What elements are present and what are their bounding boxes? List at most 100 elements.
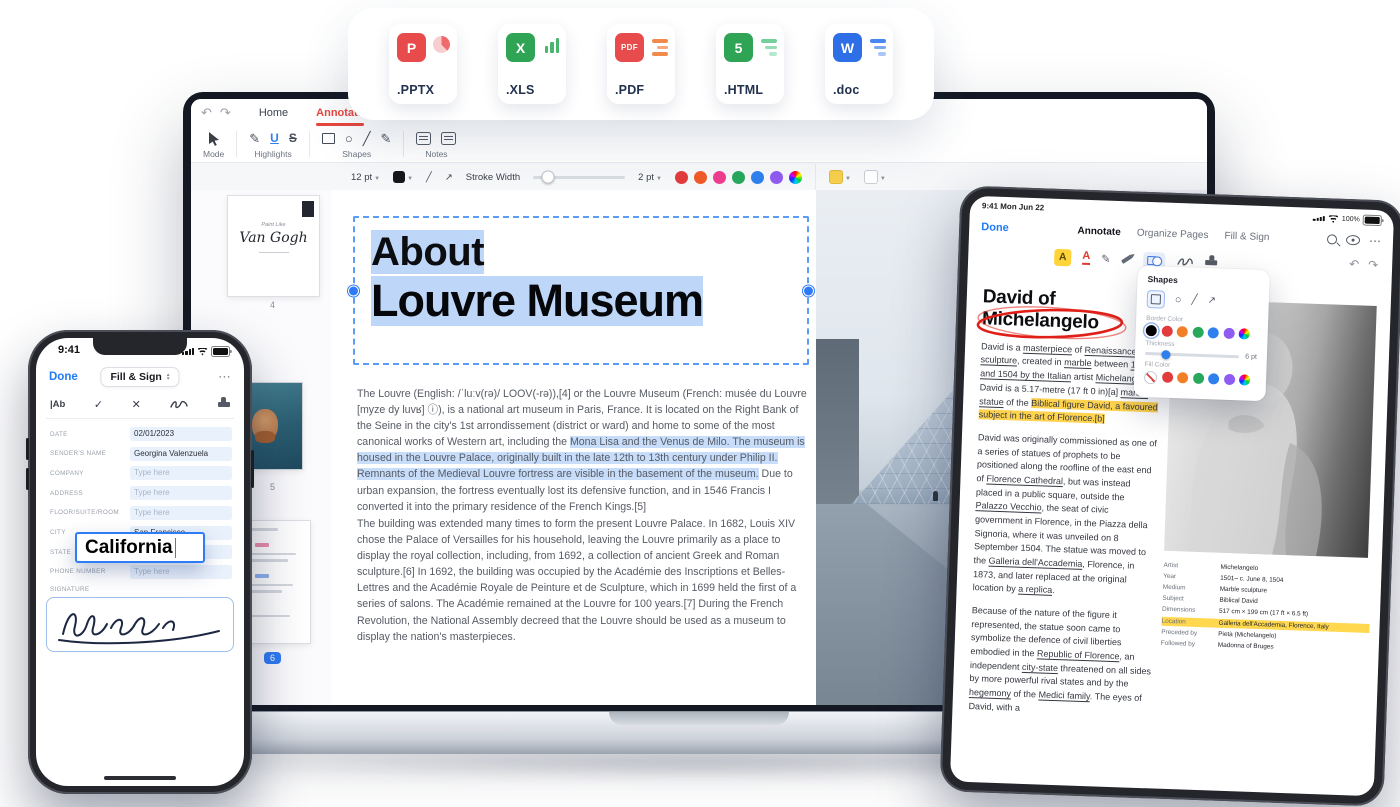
color-swatch[interactable] [694,171,707,184]
line-tool-icon[interactable]: ╱ [426,172,432,183]
format-item-xls[interactable]: X .XLS [498,24,566,104]
ribbon-group-notes: Notes [404,130,468,159]
html-icon: 5 [724,33,753,62]
thickness-slider[interactable] [1145,352,1239,358]
text-color-tool-icon[interactable]: A [1082,251,1090,265]
freehand-pen-icon[interactable]: ✎ [381,132,392,145]
title-selection-box[interactable]: About Louvre Museum [353,216,809,365]
date-field[interactable]: 02/01/2023 [130,427,232,441]
color-swatch[interactable] [1177,372,1188,383]
rectangle-shape-option[interactable] [1147,290,1166,309]
color-swatch[interactable] [789,171,802,184]
notes-group-label: Notes [425,149,447,159]
view-icon[interactable] [1346,235,1360,245]
cross-icon[interactable]: ✕ [132,398,141,411]
format-item-doc[interactable]: W .doc [825,24,893,104]
arrow-shape-option[interactable]: ↗ [1207,296,1216,306]
power-button [251,450,254,488]
color-swatch[interactable] [1161,326,1172,337]
format-label: .XLS [506,83,535,97]
volume-button [26,438,29,460]
text-color-dropdown[interactable]: ▼ [393,171,413,183]
comment-icon[interactable] [441,132,456,145]
tablet-paragraph-3: Because of the nature of the figure it r… [968,604,1154,720]
color-swatch[interactable] [1223,328,1234,339]
ellipse-shape-icon[interactable]: ○ [345,132,353,145]
fill-color-dropdown[interactable]: ▼ [864,170,886,184]
color-swatch[interactable] [1177,326,1188,337]
format-label: .PDF [615,83,644,97]
selection-handle-left[interactable] [348,285,359,296]
color-swatch[interactable] [751,171,764,184]
color-swatch[interactable] [1239,328,1250,339]
format-item-html[interactable]: 5 .HTML [716,24,784,104]
pen-tool-icon[interactable]: ✎ [1101,252,1111,265]
redo-icon[interactable]: ↷ [1368,258,1379,272]
tab-annotate[interactable]: Annotate [1077,225,1121,238]
page-thumbnail-cover[interactable]: Paint Like Van Gogh [227,195,320,297]
color-swatch[interactable] [1146,325,1157,336]
address-field[interactable]: Type here [130,486,232,500]
toolbar-divider [46,418,234,419]
format-item-pdf[interactable]: PDF .PDF [607,24,675,104]
signature-tool-icon[interactable] [1176,255,1194,268]
color-swatch[interactable] [732,171,745,184]
active-text-editor[interactable]: California [75,532,205,563]
color-swatch[interactable] [770,171,783,184]
color-swatch[interactable] [1208,373,1219,384]
color-swatch[interactable] [1239,374,1250,385]
color-swatch[interactable] [1192,327,1203,338]
format-item-pptx[interactable]: P .PPTX [389,24,457,104]
color-swatch[interactable] [1208,327,1219,338]
highlight-pen-icon[interactable]: ✎ [249,132,260,145]
floor-field[interactable]: Type here [130,506,232,520]
stamp-tool-icon[interactable] [1205,260,1217,265]
highlight-color-dropdown[interactable]: ▼ [829,170,851,184]
phone-number-field[interactable]: Type here [130,565,232,579]
undo-icon[interactable]: ↶ [1349,257,1360,271]
text-insert-icon[interactable]: |Ab [50,399,65,410]
stroke-width-slider[interactable] [533,176,625,179]
line-shape-option[interactable]: ╱ [1191,296,1197,306]
done-button[interactable]: Done [981,221,1009,234]
color-swatch[interactable] [1192,373,1203,384]
tab-fill-sign[interactable]: Fill & Sign [1224,230,1269,243]
redo-icon[interactable]: ↷ [220,105,231,121]
undo-icon[interactable]: ↶ [201,105,212,121]
stroke-width-dropdown[interactable]: 2 pt▼ [638,172,662,183]
signature-icon[interactable] [169,398,189,410]
stamp-icon[interactable] [218,402,230,407]
ellipse-shape-option[interactable]: ○ [1175,294,1182,305]
search-icon[interactable] [1327,234,1337,244]
slider-knob[interactable] [1161,350,1170,359]
color-swatch[interactable] [1223,374,1234,385]
marker-tool-icon[interactable] [1121,255,1132,264]
arrow-tool-icon[interactable]: ↗ [445,172,453,183]
more-icon[interactable]: ⋯ [1369,234,1381,248]
signature-box[interactable] [46,597,234,652]
color-swatch[interactable] [1161,372,1172,383]
underline-icon[interactable]: U [270,132,279,144]
slider-knob[interactable] [541,171,554,184]
rectangle-shape-icon[interactable] [322,133,335,144]
more-icon[interactable]: ⋯ [218,369,231,385]
color-swatch[interactable] [1144,371,1157,384]
color-swatch[interactable] [675,171,688,184]
home-indicator[interactable] [104,776,176,780]
cursor-icon[interactable] [208,131,220,146]
color-swatch[interactable] [713,171,726,184]
sender-name-field[interactable]: Georgina Valenzuela [130,447,232,461]
strikethrough-icon[interactable]: S [289,132,297,144]
company-field[interactable]: Type here [130,466,232,480]
check-icon[interactable]: ✓ [94,398,103,411]
note-icon[interactable] [416,132,431,145]
done-button[interactable]: Done [49,371,78,383]
tab-organize-pages[interactable]: Organize Pages [1137,227,1209,240]
tab-home[interactable]: Home [259,107,288,119]
fill-color-swatch [864,170,878,184]
line-shape-icon[interactable]: ╱ [363,132,371,145]
highlighter-tool-icon[interactable]: A [1054,248,1072,266]
font-size-dropdown[interactable]: 12 pt▼ [351,172,380,183]
mode-switcher[interactable]: Fill & Sign ▴▾ [100,367,179,387]
selection-handle-right[interactable] [803,285,814,296]
